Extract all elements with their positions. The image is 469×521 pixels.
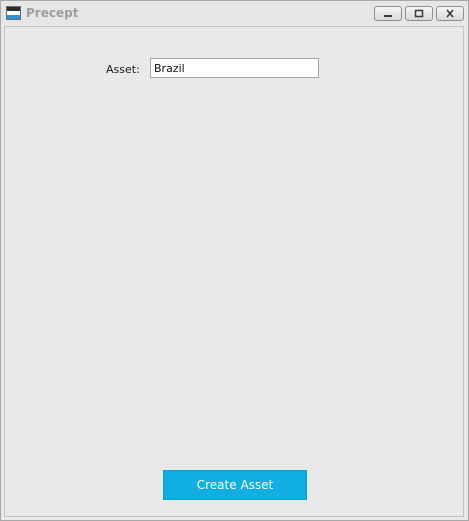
asset-label: Asset: bbox=[106, 63, 140, 76]
window-title: Precept bbox=[26, 6, 79, 20]
create-asset-button[interactable]: Create Asset bbox=[163, 470, 307, 500]
close-icon bbox=[446, 9, 454, 18]
maximize-button[interactable] bbox=[405, 6, 433, 21]
maximize-icon bbox=[414, 9, 424, 18]
asset-input[interactable] bbox=[150, 58, 319, 78]
content-panel bbox=[4, 26, 464, 517]
minimize-button[interactable] bbox=[374, 6, 402, 21]
app-window: Precept Asset: Create Asset bbox=[0, 0, 469, 521]
close-button[interactable] bbox=[436, 6, 464, 21]
title-bar[interactable]: Precept bbox=[1, 1, 468, 25]
app-icon bbox=[6, 6, 21, 20]
minimize-icon bbox=[384, 15, 392, 17]
